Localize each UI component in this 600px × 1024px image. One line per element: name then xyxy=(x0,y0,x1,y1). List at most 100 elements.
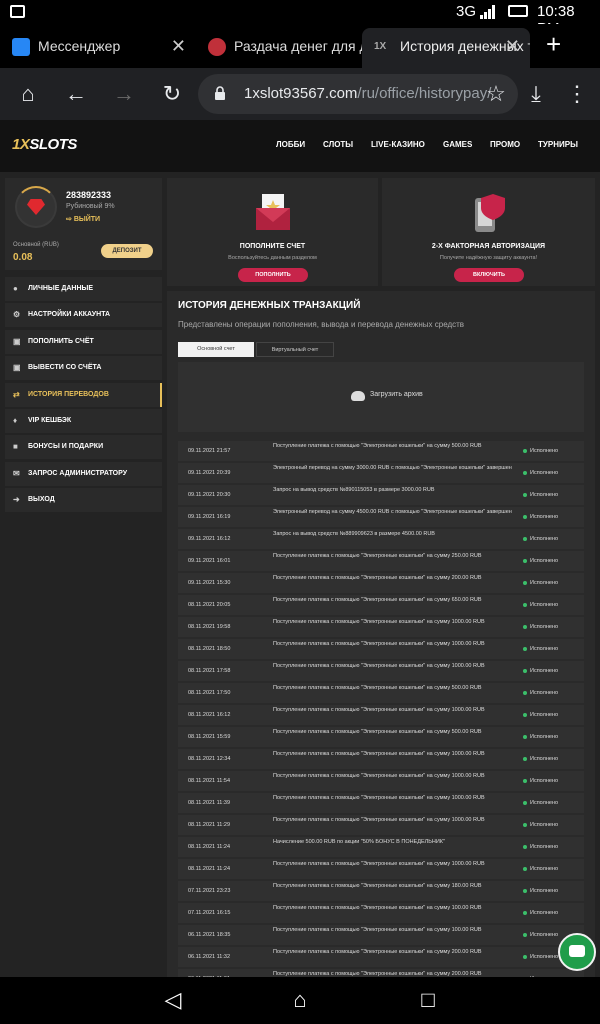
row-description: Запрос на вывод средств №889909623 в раз… xyxy=(273,530,435,537)
row-date: 08.11.2021 20:05 xyxy=(188,601,231,608)
row-status: Исполнено xyxy=(523,580,558,586)
chat-button[interactable] xyxy=(558,933,596,971)
tab-giveaway[interactable]: Раздача денег для д xyxy=(196,28,362,68)
nav-live-casino[interactable]: LIVE-КАЗИНО xyxy=(371,140,425,149)
recents-nav-icon[interactable]: □ xyxy=(415,987,441,1013)
row-status: Исполнено xyxy=(523,514,558,520)
row-date: 08.11.2021 17:50 xyxy=(188,689,231,696)
row-date: 08.11.2021 17:58 xyxy=(188,667,231,674)
row-status: Исполнено xyxy=(523,470,558,476)
status-dot-icon xyxy=(523,668,527,673)
menu-item-exit[interactable]: ➜ ВЫХОД xyxy=(5,488,162,513)
promo-deposit-button[interactable]: ПОПОЛНИТЬ xyxy=(238,268,308,282)
history-panel: ИСТОРИЯ ДЕНЕЖНЫХ ТРАНЗАКЦИЙ Представлены… xyxy=(167,291,595,977)
battery-icon xyxy=(508,5,528,17)
star-icon[interactable]: ☆ xyxy=(482,80,510,108)
menu-item-withdraw[interactable]: ▣ ВЫВЕСТИ СО СЧЁТА xyxy=(5,356,162,381)
row-description: Поступление платежа с помощью "Электронн… xyxy=(273,882,482,889)
menu-item-transfer-history[interactable]: ⇄ ИСТОРИЯ ПЕРЕВОДОВ xyxy=(5,382,162,407)
home-nav-icon[interactable]: ⌂ xyxy=(287,987,313,1013)
status-dot-icon xyxy=(523,822,527,827)
menu-item-admin-request[interactable]: ✉ ЗАПРОС АДМИНИСТРАТОРУ xyxy=(5,461,162,486)
row-date: 07.11.2021 16:15 xyxy=(188,909,231,916)
status-dot-icon xyxy=(523,712,527,717)
status-dot-icon xyxy=(523,514,527,519)
row-date: 08.11.2021 19:58 xyxy=(188,623,231,630)
status-dot-icon xyxy=(523,800,527,805)
row-date: 07.11.2021 23:23 xyxy=(188,887,231,894)
close-icon[interactable]: ✕ xyxy=(171,28,186,64)
table-row: 08.11.2021 17:50 Поступление платежа с по… xyxy=(178,682,584,703)
close-icon[interactable]: ✕ xyxy=(505,28,520,64)
tab-main-account[interactable]: Основной счет xyxy=(178,342,254,357)
withdraw-icon: ▣ xyxy=(13,363,21,373)
menu-item-vip-cashback[interactable]: ♦ VIP КЕШБЭК xyxy=(5,408,162,433)
tab-history[interactable]: 1X История денежных т ✕ xyxy=(362,28,530,68)
new-tab-button[interactable]: + xyxy=(546,28,561,60)
more-menu-icon[interactable]: ⋮ xyxy=(563,80,591,108)
back-icon[interactable]: ← xyxy=(62,80,90,108)
deposit-button[interactable]: ДЕПОЗИТ xyxy=(101,244,153,258)
status-dot-icon xyxy=(523,954,527,959)
menu-item-personal-data[interactable]: ● ЛИЧНЫЕ ДАННЫЕ xyxy=(5,277,162,301)
menu-item-account-settings[interactable]: ⚙ НАСТРОЙКИ АККАУНТА xyxy=(5,303,162,328)
nav-lobby[interactable]: ЛОББИ xyxy=(276,140,305,149)
forward-icon[interactable]: → xyxy=(110,80,138,108)
row-status: Исполнено xyxy=(523,932,558,938)
nav-games[interactable]: GAMES xyxy=(443,140,472,149)
row-status: Исполнено xyxy=(523,492,558,498)
back-nav-icon[interactable]: ◁ xyxy=(160,987,186,1013)
row-status: Исполнено xyxy=(523,448,558,454)
url-field[interactable]: 1xslot93567.com/ru/office/historypay/ xyxy=(198,74,518,114)
message-icon xyxy=(10,5,25,18)
user-id: 283892333 xyxy=(66,190,112,200)
table-row: 08.11.2021 11:39 Поступление платежа с по… xyxy=(178,792,584,813)
nav-promo[interactable]: ПРОМО xyxy=(490,140,520,149)
row-date: 09.11.2021 21:57 xyxy=(188,448,231,454)
table-row: 08.11.2021 17:58 Поступление платежа с по… xyxy=(178,660,584,681)
user-icon: ● xyxy=(13,284,18,293)
row-status: Исполнено xyxy=(523,822,558,828)
ruby-icon xyxy=(27,199,45,215)
table-row: 06.11.2021 18:35 Поступление платежа с по… xyxy=(178,924,584,945)
row-status: Исполнено xyxy=(523,910,558,916)
row-status: Исполнено xyxy=(523,712,558,718)
table-row: 07.11.2021 23:23 Поступление платежа с по… xyxy=(178,880,584,901)
nav-slots[interactable]: СЛОТЫ xyxy=(323,140,353,149)
row-description: Поступление платежа с помощью "Электронн… xyxy=(273,552,482,559)
mail-icon: ✉ xyxy=(13,468,20,478)
download-icon[interactable]: ⤓ xyxy=(522,80,550,108)
tab-virtual-account[interactable]: Виртуальный счет xyxy=(256,342,334,357)
menu-item-deposit[interactable]: ▣ ПОПОЛНИТЬ СЧЁТ xyxy=(5,329,162,354)
table-row: 09.11.2021 16:01 Поступление платежа с по… xyxy=(178,550,584,571)
row-date: 09.11.2021 16:19 xyxy=(188,513,231,520)
status-dot-icon xyxy=(523,888,527,893)
row-date: 09.11.2021 20:30 xyxy=(188,491,231,498)
archive-download[interactable]: Загрузить архив xyxy=(178,362,584,432)
row-status: Исполнено xyxy=(523,646,558,652)
status-dot-icon xyxy=(523,778,527,783)
page-title: ИСТОРИЯ ДЕНЕЖНЫХ ТРАНЗАКЦИЙ xyxy=(178,300,361,311)
site-logo[interactable]: 1XSLOTS xyxy=(12,136,77,153)
row-status: Исполнено xyxy=(523,800,558,806)
reload-icon[interactable]: ↻ xyxy=(158,80,186,108)
table-row: 08.11.2021 11:24 Начисление 500.00 RUB по… xyxy=(178,836,584,857)
tab-title: Мессенджер xyxy=(38,38,121,54)
nav-tournaments[interactable]: ТУРНИРЫ xyxy=(538,140,578,149)
status-dot-icon xyxy=(523,690,527,695)
logout-link[interactable]: ⇨ ВЫЙТИ xyxy=(66,215,100,223)
1x-icon: 1X xyxy=(374,41,387,52)
home-icon[interactable]: ⌂ xyxy=(14,80,42,108)
tab-strip: Мессенджер ✕ Раздача денег для д 1X Исто… xyxy=(0,24,600,68)
row-description: Поступление платежа с помощью "Электронн… xyxy=(273,794,485,801)
promo-enable-button[interactable]: ВКЛЮЧИТЬ xyxy=(454,268,524,282)
row-description: Поступление платежа с помощью "Электронн… xyxy=(273,904,482,911)
deposit-icon: ▣ xyxy=(13,336,21,346)
row-status: Исполнено xyxy=(523,954,558,960)
game-icon xyxy=(208,38,226,56)
status-dot-icon xyxy=(523,756,527,761)
row-description: Поступление платежа с помощью "Электронн… xyxy=(273,728,482,735)
gift-icon: ■ xyxy=(13,442,18,452)
menu-item-bonuses[interactable]: ■ БОНУСЫ И ПОДАРКИ xyxy=(5,435,162,460)
tab-messenger[interactable]: Мессенджер ✕ xyxy=(0,28,196,68)
